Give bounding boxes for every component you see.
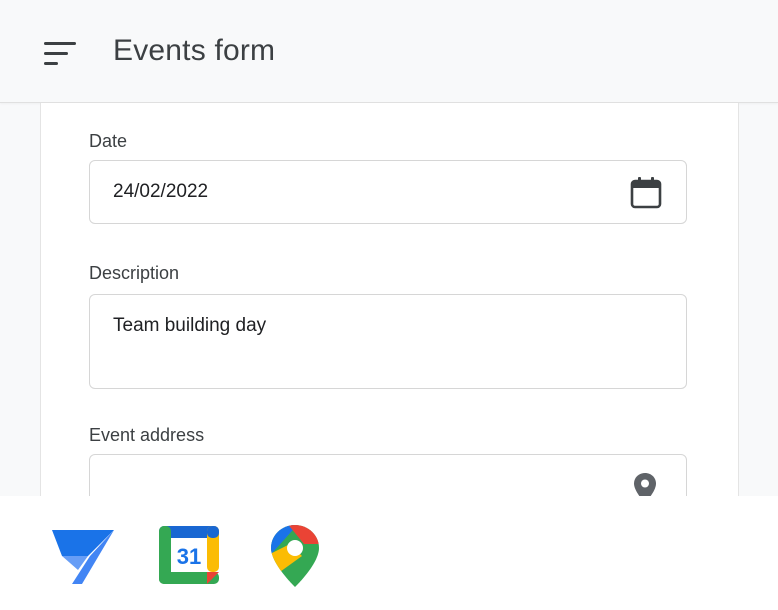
date-value: 24/02/2022 <box>113 181 209 202</box>
location-pin-icon <box>634 473 656 496</box>
page-title: Events form <box>113 34 276 67</box>
date-picker-button[interactable] <box>626 175 666 216</box>
app-logos-strip: 31 <box>0 496 778 610</box>
appsheet-logo-icon <box>52 530 114 584</box>
menu-button[interactable] <box>36 34 82 72</box>
google-calendar-logo: 31 <box>157 524 221 591</box>
google-maps-logo <box>266 522 324 595</box>
event-address-label: Event address <box>89 425 205 445</box>
app-header: Events form <box>0 0 778 103</box>
date-label: Date <box>89 131 128 151</box>
google-calendar-logo-icon: 31 <box>159 526 219 584</box>
calendar-icon <box>630 177 662 209</box>
description-field[interactable]: Team building day <box>89 294 687 389</box>
form-card: Date 24/02/2022 Description Team buildin… <box>40 103 739 496</box>
date-field[interactable]: 24/02/2022 <box>89 160 687 224</box>
description-label: Description <box>89 263 180 283</box>
calendar-day-number: 31 <box>177 544 201 569</box>
event-address-field[interactable] <box>89 454 687 496</box>
google-maps-logo-icon <box>271 525 319 587</box>
appsheet-logo <box>50 526 118 591</box>
location-button[interactable] <box>630 471 660 496</box>
description-value: Team building day <box>113 315 267 336</box>
menu-icon <box>44 42 76 65</box>
